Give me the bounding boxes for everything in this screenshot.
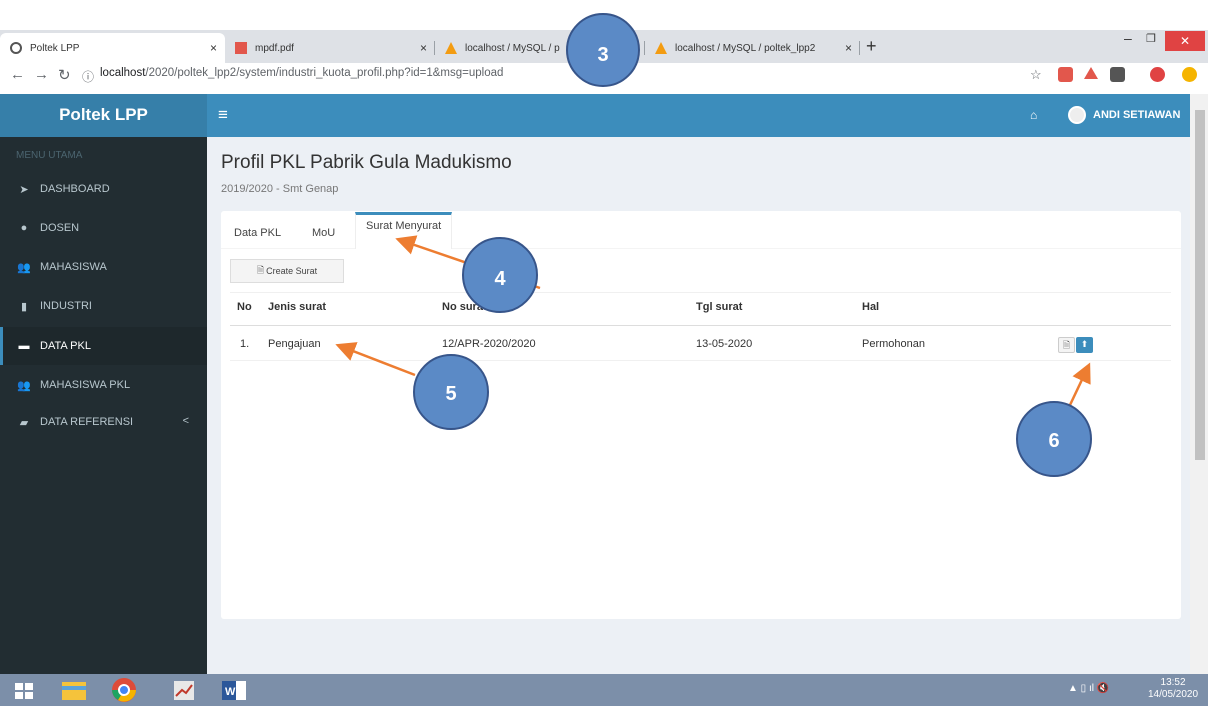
callout-5: 5 <box>413 354 489 430</box>
callout-4: 4 <box>462 237 538 313</box>
callout-3: 3 <box>566 13 640 87</box>
chart-app-icon[interactable] <box>166 676 202 704</box>
scrollbar-thumb[interactable] <box>1195 110 1205 460</box>
clock-date: 14/05/2020 <box>1148 689 1199 700</box>
annotation-arrows <box>335 235 1091 406</box>
word-icon[interactable]: W <box>216 676 252 704</box>
svg-text:W: W <box>225 686 236 698</box>
file-explorer-icon[interactable] <box>56 676 92 704</box>
taskbar-clock[interactable]: 13:52 14/05/2020 <box>1148 677 1198 701</box>
system-tray-icons[interactable]: ▲ ▯ ıl 🔇 <box>1068 683 1109 694</box>
arrow-6 <box>1068 362 1091 406</box>
arrow-5 <box>335 342 416 377</box>
windows-start-icon[interactable] <box>6 676 42 704</box>
chrome-icon[interactable] <box>106 676 142 704</box>
clock-time: 13:52 <box>1160 677 1186 688</box>
screen: Poltek LPP × mpdf.pdf × localhost / MySQ… <box>0 0 1208 706</box>
callout-6: 6 <box>1016 401 1092 477</box>
